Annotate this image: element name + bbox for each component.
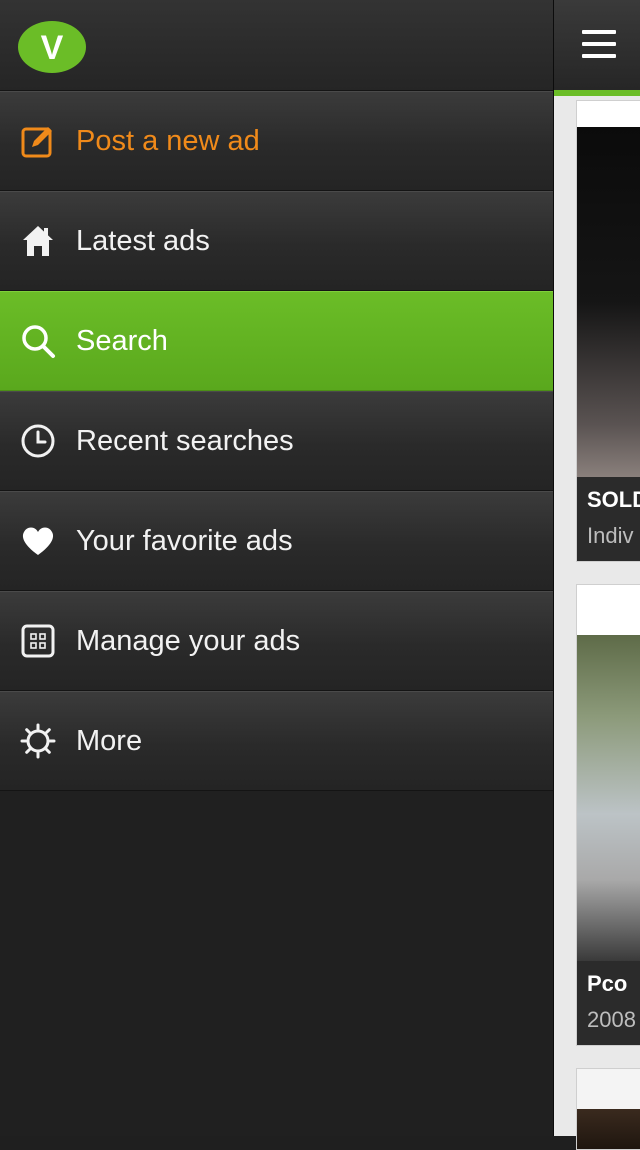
ad-image [577, 127, 640, 477]
gear-icon [20, 723, 56, 759]
top-bar [554, 0, 640, 96]
ad-card[interactable] [576, 1068, 640, 1150]
clock-icon [21, 424, 55, 458]
menu-item-label: Search [76, 324, 168, 357]
heart-icon [22, 527, 54, 555]
home-icon [23, 226, 53, 256]
app-logo[interactable]: V [17, 19, 87, 75]
grid-icon [21, 624, 55, 658]
menu-item-more[interactable]: More [0, 691, 553, 791]
ad-subtitle: Indiv [587, 523, 634, 548]
menu-item-latest-ads[interactable]: Latest ads [0, 191, 553, 291]
navigation-drawer: V Post a new ad Latest ads Search Recent… [0, 0, 553, 1136]
menu-item-label: More [76, 724, 143, 757]
accent-bar [554, 90, 640, 96]
ad-title: Pco [587, 971, 628, 996]
ad-image-car [577, 635, 640, 961]
ad-title: SOLD [587, 487, 640, 512]
drawer-header: V [0, 0, 553, 91]
search-icon [22, 325, 55, 358]
menu-item-post-new-ad[interactable]: Post a new ad [0, 91, 553, 191]
main-content-peek[interactable]: SOLD Indiv Pco 2008 [553, 0, 640, 1150]
ad-card[interactable]: SOLD Indiv [576, 100, 640, 562]
menu-item-favorite-ads[interactable]: Your favorite ads [0, 491, 553, 591]
ad-card[interactable]: Pco 2008 [576, 584, 640, 1046]
menu-item-label: Recent searches [76, 424, 294, 457]
menu-item-label: Manage your ads [76, 624, 301, 657]
menu-item-search[interactable]: Search [0, 291, 553, 391]
edit-icon [21, 127, 52, 158]
menu-item-label: Your favorite ads [76, 524, 293, 557]
svg-text:V: V [41, 29, 64, 67]
hamburger-menu-icon[interactable] [582, 30, 616, 58]
ad-subtitle: 2008 [587, 1007, 636, 1032]
ad-image [577, 1109, 640, 1149]
menu-item-label: Latest ads [76, 224, 210, 257]
menu-item-manage-ads[interactable]: Manage your ads [0, 591, 553, 691]
menu-item-label: Post a new ad [76, 124, 260, 157]
menu-item-recent-searches[interactable]: Recent searches [0, 391, 553, 491]
